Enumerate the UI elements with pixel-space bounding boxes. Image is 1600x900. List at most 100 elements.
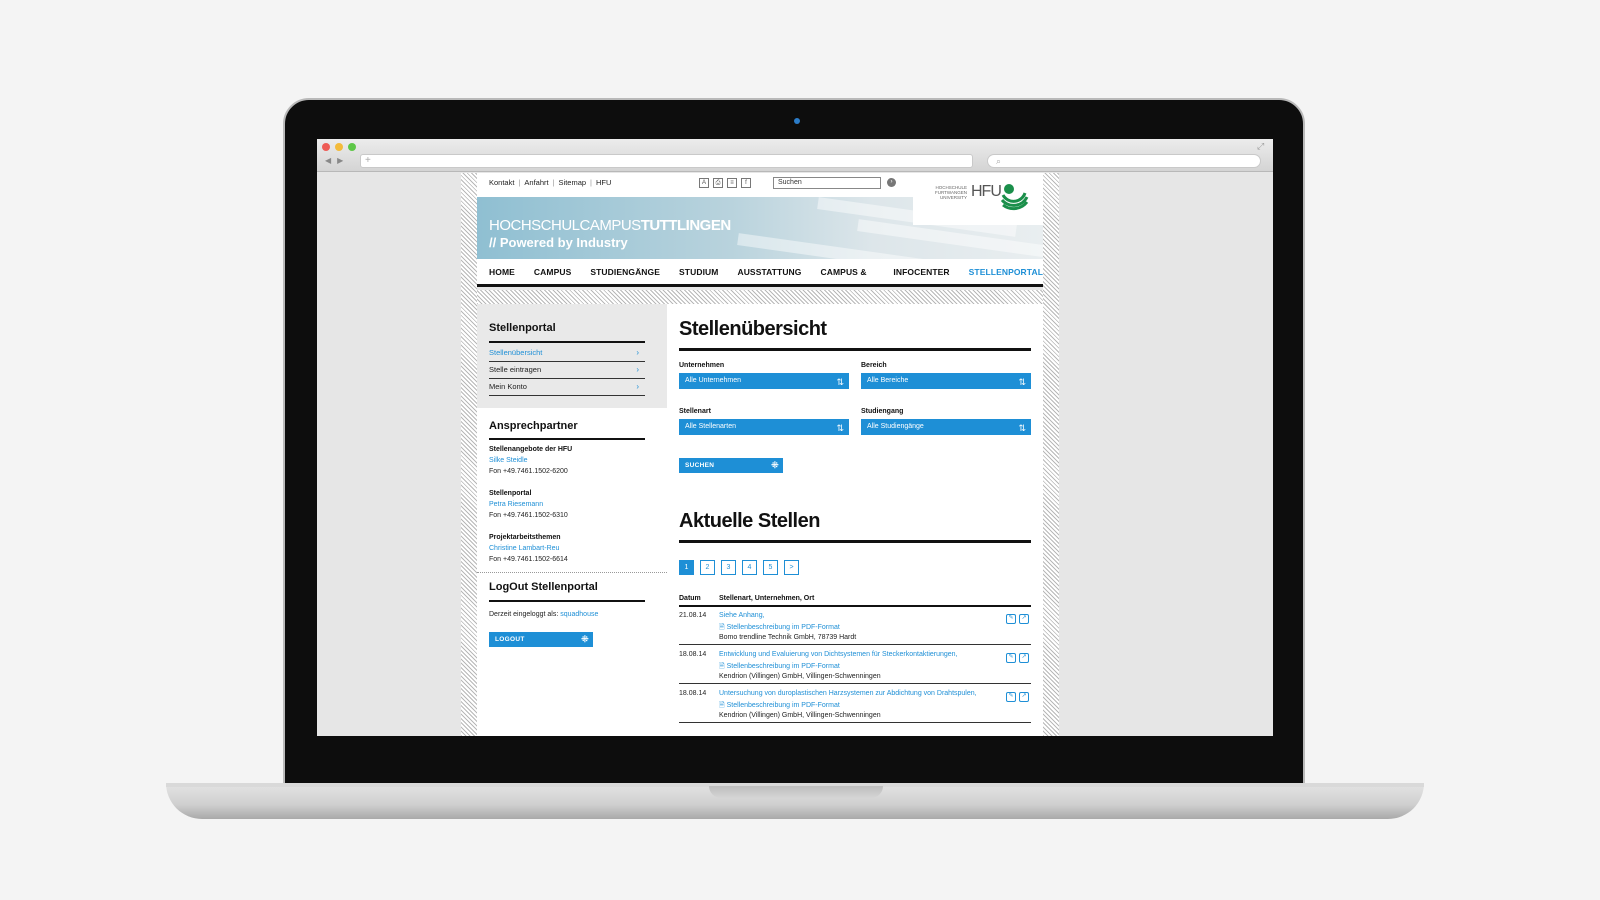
sidebar-menu-block: Stellenportal Stellenübersicht › Stelle e… <box>477 304 667 408</box>
column-header-details: Stellenart, Unternehmen, Ort <box>719 595 815 602</box>
contact-label: Stellenportal <box>489 490 532 497</box>
logo-wordmark: HOCHSCHULE FURTWANGEN UNIVERSITY <box>935 185 967 200</box>
table-row: 18.08.14 Untersuchung von duroplastische… <box>679 685 1031 723</box>
search-arrow-icon: ⁜ <box>771 460 779 470</box>
filter-label-unternehmen: Unternehmen <box>679 362 725 369</box>
page-2[interactable]: 2 <box>700 560 715 575</box>
pagination: 1 2 3 4 5 > <box>679 560 799 575</box>
contact-phone: Fon +49.7461.1502-6310 <box>489 512 568 519</box>
edit-icon[interactable]: ✎ <box>1006 614 1016 624</box>
table-row: 18.08.14 Entwicklung und Evaluierung von… <box>679 646 1031 684</box>
sidebar-item-stellenuebersicht[interactable]: Stellenübersicht › <box>489 345 645 362</box>
link-anfahrt[interactable]: Anfahrt <box>524 178 548 187</box>
hatch-border-left <box>461 173 477 736</box>
listing-title: Aktuelle Stellen <box>679 510 820 532</box>
close-window-icon[interactable] <box>322 143 330 151</box>
share-icon[interactable]: ≡ <box>727 178 737 188</box>
pdf-link[interactable]: 🗎 Stellenbeschreibung im PDF-Format <box>719 623 840 634</box>
page-4[interactable]: 4 <box>742 560 757 575</box>
fullscreen-icon[interactable]: ⤢ <box>1257 141 1264 152</box>
open-icon[interactable]: ↗ <box>1019 653 1029 663</box>
contact-phone: Fon +49.7461.1502-6614 <box>489 556 568 563</box>
next-page-button[interactable]: > <box>784 560 799 575</box>
filter-label-bereich: Bereich <box>861 362 887 369</box>
link-kontakt[interactable]: Kontakt <box>489 178 514 187</box>
contact-name-link[interactable]: Petra Riesemann <box>489 501 543 508</box>
select-bereich[interactable]: Alle Bereiche ⇅ <box>861 373 1031 389</box>
facebook-icon[interactable]: f <box>741 178 751 188</box>
contacts-title: Ansprechpartner <box>489 420 578 432</box>
edit-icon[interactable]: ✎ <box>1006 692 1016 702</box>
document-icon: 🗎 <box>719 663 725 670</box>
contact-label: Stellenangebote der HFU <box>489 446 573 453</box>
minimize-window-icon[interactable] <box>335 143 343 151</box>
job-title-link[interactable]: Untersuchung von duroplastischen Harzsys… <box>719 690 977 697</box>
site-search-input[interactable]: Suchen <box>773 177 881 189</box>
edit-icon[interactable]: ✎ <box>1006 653 1016 663</box>
zoom-window-icon[interactable] <box>348 143 356 151</box>
page-1[interactable]: 1 <box>679 560 694 575</box>
logo-hfu-text: HFU <box>971 183 1002 200</box>
document-icon: 🗎 <box>719 624 725 631</box>
print-icon[interactable]: ⎙ <box>713 178 723 188</box>
font-size-icon[interactable]: A <box>699 178 709 188</box>
pdf-link[interactable]: 🗎 Stellenbeschreibung im PDF-Format <box>719 662 840 673</box>
main-content: Stellenübersicht Unternehmen Alle Untern… <box>667 304 1043 736</box>
hfu-emblem-icon <box>1000 184 1029 211</box>
job-title-link[interactable]: Siehe Anhang, <box>719 612 765 619</box>
sidebar-contacts-block: Ansprechpartner Stellenangebote der HFU … <box>477 408 667 736</box>
sidebar: Stellenportal Stellenübersicht › Stelle e… <box>477 304 667 736</box>
logout-button[interactable]: LOGOUT ⁜ <box>489 632 593 647</box>
link-sitemap[interactable]: Sitemap <box>559 178 587 187</box>
page-3[interactable]: 3 <box>721 560 736 575</box>
column-header-date: Datum <box>679 595 701 602</box>
dropdown-arrows-icon: ⇅ <box>836 377 844 387</box>
browser-search-bar[interactable]: ⌕ <box>987 154 1261 168</box>
sidebar-item-stelle-eintragen[interactable]: Stelle eintragen › <box>489 362 645 379</box>
chevron-right-icon: › <box>636 365 639 374</box>
document-icon: 🗎 <box>719 702 725 709</box>
contact-name-link[interactable]: Christine Lambart-Reu <box>489 545 559 552</box>
dropdown-arrows-icon: ⇅ <box>836 423 844 433</box>
logout-title: LogOut Stellenportal <box>489 581 598 593</box>
dropdown-arrows-icon: ⇅ <box>1018 377 1026 387</box>
address-bar[interactable]: + <box>360 154 973 168</box>
select-stellenart[interactable]: Alle Stellenarten ⇅ <box>679 419 849 435</box>
contact-phone: Fon +49.7461.1502-6200 <box>489 468 568 475</box>
select-studiengang[interactable]: Alle Studiengänge ⇅ <box>861 419 1031 435</box>
hatch-border-right <box>1043 173 1059 736</box>
open-icon[interactable]: ↗ <box>1019 614 1029 624</box>
link-hfu[interactable]: HFU <box>596 178 611 187</box>
magnifier-icon: ⌕ <box>996 156 1002 166</box>
back-forward-buttons[interactable]: ◀▶ <box>321 154 351 168</box>
main-navigation: HOME CAMPUS STUDIENGÄNGE STUDIUM AUSSTAT… <box>477 259 1043 303</box>
camera-dot <box>794 118 800 124</box>
search-go-icon[interactable]: › <box>887 178 896 187</box>
hfu-logo[interactable]: HOCHSCHULE FURTWANGEN UNIVERSITY HFU <box>913 173 1043 225</box>
contact-name-link[interactable]: Silke Steidle <box>489 457 528 464</box>
hatch-divider <box>477 290 1043 304</box>
browser-window: ◀▶ + ⌕ ⤢ Kontakt | Anfahrt | Sitemap | HFU A ⎙… <box>317 139 1273 736</box>
job-title-link[interactable]: Entwicklung und Evaluierung von Dichtsys… <box>719 651 958 658</box>
divider <box>477 572 667 573</box>
sidebar-item-mein-konto[interactable]: Mein Konto › <box>489 379 645 396</box>
open-icon[interactable]: ↗ <box>1019 692 1029 702</box>
search-button[interactable]: SUCHEN ⁜ <box>679 458 783 473</box>
page-5[interactable]: 5 <box>763 560 778 575</box>
contact-label: Projektarbeitsthemen <box>489 534 561 541</box>
filter-label-stellenart: Stellenart <box>679 408 711 415</box>
banner-tagline: // Powered by Industry <box>489 235 628 250</box>
pdf-link[interactable]: 🗎 Stellenbeschreibung im PDF-Format <box>719 701 840 712</box>
laptop-notch <box>709 786 883 798</box>
browser-chrome: ◀▶ + ⌕ ⤢ <box>317 139 1273 172</box>
chevron-right-icon: › <box>636 382 639 391</box>
tool-icons: A ⎙ ≡ f <box>699 178 751 188</box>
plus-icon: + <box>365 155 371 166</box>
sidebar-menu-title: Stellenportal <box>489 322 556 334</box>
filter-label-studiengang: Studiengang <box>861 408 904 415</box>
page-title: Stellenübersicht <box>679 318 827 340</box>
select-unternehmen[interactable]: Alle Unternehmen ⇅ <box>679 373 849 389</box>
logged-in-user-link[interactable]: squadhouse <box>560 611 598 618</box>
chevron-right-icon: › <box>636 348 639 357</box>
web-viewport[interactable]: Kontakt | Anfahrt | Sitemap | HFU A ⎙ ≡ f Such… <box>317 173 1273 736</box>
